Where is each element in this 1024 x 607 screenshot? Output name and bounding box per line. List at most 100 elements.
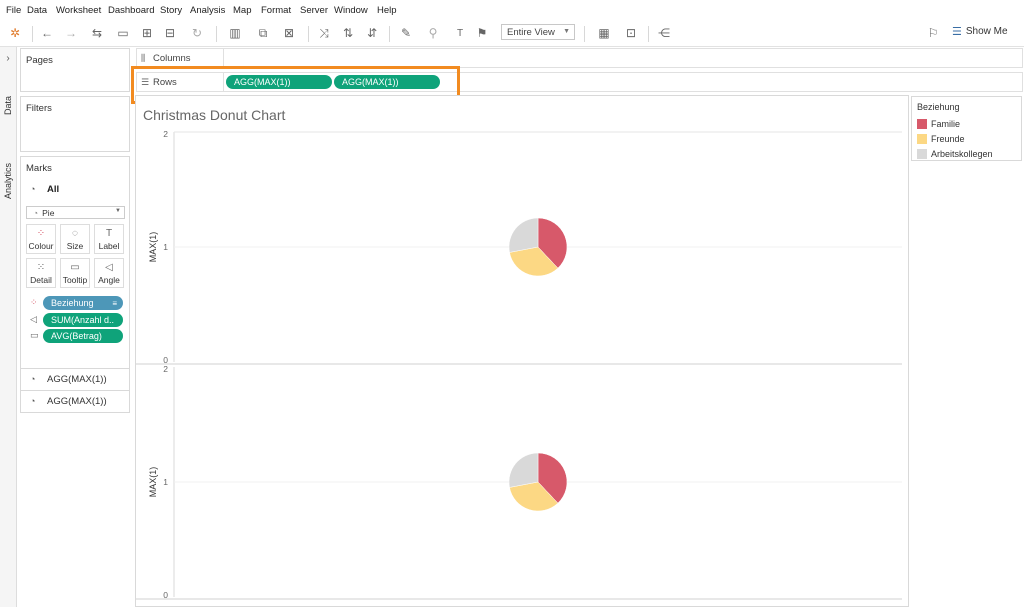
sort-ascending-icon[interactable]: ⇅ — [339, 23, 357, 43]
menu-bar: File Data Worksheet Dashboard Story Anal… — [0, 0, 1024, 20]
colour-legend: Beziehung Familie Freunde Arbeitskollege… — [911, 96, 1022, 161]
marks-sub-card[interactable]: ◔ AGG(MAX(1)) — [20, 369, 130, 391]
menu-story[interactable]: Story — [160, 5, 182, 16]
marks-all-label[interactable]: All — [47, 184, 59, 195]
colour-icon: ⁘ — [36, 228, 46, 239]
new-datasource-icon[interactable]: ⊞ — [138, 23, 156, 43]
pause-updates-icon[interactable]: ⊟ — [160, 23, 180, 43]
group-members-icon[interactable]: ⚲ — [422, 23, 444, 43]
tooltip-button[interactable]: ▭ Tooltip — [60, 258, 90, 288]
highlight-icon[interactable]: ✎ — [396, 23, 416, 43]
legend-label: Familie — [931, 119, 961, 129]
angle-icon: ◁ — [105, 262, 113, 273]
legend-item-arbeitskollegen[interactable]: Arbeitskollegen — [917, 149, 993, 159]
detail-label: Detail — [30, 275, 52, 285]
menu-server[interactable]: Server — [300, 5, 328, 16]
shelf-divider — [223, 49, 224, 67]
redo-icon[interactable]: → — [62, 23, 80, 43]
new-worksheet-icon[interactable]: ▥ — [224, 23, 246, 43]
angle-button[interactable]: ◁ Angle — [94, 258, 124, 288]
detail-icon: ⁙ — [36, 262, 46, 273]
filters-title: Filters — [26, 103, 52, 114]
y-tick-label: 2 — [163, 129, 168, 139]
toolbar-separator — [389, 26, 390, 42]
tableau-logo-icon[interactable]: ✲ — [6, 23, 24, 43]
undo-icon[interactable]: ← — [38, 23, 56, 43]
collapse-icon[interactable]: › — [0, 51, 16, 65]
sort-descending-icon[interactable]: ⇵ — [363, 23, 381, 43]
legend-item-freunde[interactable]: Freunde — [917, 134, 965, 144]
tooltip-pin-icon[interactable]: ⚐ — [924, 23, 942, 43]
clear-sheet-icon[interactable]: ⊠ — [278, 23, 300, 43]
menu-data[interactable]: Data — [27, 5, 47, 16]
duplicate-sheet-icon[interactable]: ⧉ — [254, 23, 272, 43]
size-icon: ◌ — [72, 228, 78, 239]
refresh-icon[interactable]: ↻ — [186, 23, 208, 43]
legend-label: Freunde — [931, 134, 965, 144]
size-label: Size — [66, 241, 84, 251]
show-labels-icon[interactable]: T — [452, 23, 468, 43]
legend-swatch — [917, 149, 927, 159]
swap-rows-columns-icon[interactable]: ⤨ — [315, 23, 333, 43]
y-tick-label: 0 — [163, 590, 168, 600]
colour-label: Colour — [28, 241, 54, 251]
fit-dropdown[interactable]: Entire View ▼ — [501, 24, 575, 40]
y-axis-label: MAX(1) — [148, 467, 158, 498]
columns-icon: ⫼ — [141, 53, 146, 63]
show-cards-icon[interactable]: ▦ — [592, 23, 616, 43]
toolbar-separator — [308, 26, 309, 42]
menu-format[interactable]: Format — [261, 5, 291, 16]
pages-title: Pages — [26, 55, 53, 66]
avg-betrag-pill[interactable]: AVG(Betrag) — [43, 329, 123, 343]
show-me-label: Show Me — [965, 26, 1008, 37]
filters-shelf[interactable]: Filters — [20, 96, 130, 152]
legend-item-familie[interactable]: Familie — [917, 119, 960, 129]
tooltip-icon: ▭ — [70, 262, 80, 273]
beziehung-pill[interactable]: Beziehung ≡ — [43, 296, 123, 310]
detail-button[interactable]: ⁙ Detail — [26, 258, 56, 288]
avg-betrag-pill-label: AVG(Betrag) — [51, 331, 102, 341]
fix-axes-icon[interactable]: ⚑ — [474, 23, 490, 43]
menu-dashboard[interactable]: Dashboard — [108, 5, 154, 16]
label-button[interactable]: T Label — [94, 224, 124, 254]
menu-worksheet[interactable]: Worksheet — [56, 5, 101, 16]
marks-sub-card-label: AGG(MAX(1)) — [47, 374, 107, 385]
save-icon[interactable]: ▭ — [114, 23, 132, 43]
angle-label: Angle — [98, 275, 120, 285]
columns-label: Columns — [153, 53, 191, 64]
menu-analysis[interactable]: Analysis — [190, 5, 225, 16]
columns-shelf[interactable]: ⫼ Columns — [136, 48, 1023, 68]
share-icon[interactable]: ⋲ — [655, 23, 673, 43]
angle-field-icon: ◁ — [30, 314, 37, 324]
label-label: Label — [98, 241, 120, 251]
beziehung-pill-label: Beziehung — [51, 298, 94, 308]
toolbar-separator — [32, 26, 33, 42]
sort-icon: ≡ — [112, 298, 117, 308]
pie-mark-icon: ◔ — [33, 207, 39, 218]
size-button[interactable]: ◌ Size — [60, 224, 90, 254]
menu-help[interactable]: Help — [377, 5, 397, 16]
tab-data[interactable]: Data — [0, 93, 16, 117]
presentation-mode-icon[interactable]: ⊡ — [622, 23, 640, 43]
legend-label: Arbeitskollegen — [931, 149, 993, 159]
y-tick-label: 1 — [163, 242, 168, 252]
sum-anzahl-pill-label: SUM(Anzahl d.. — [51, 315, 115, 325]
menu-file[interactable]: File — [6, 5, 21, 16]
tab-analytics[interactable]: Analytics — [0, 157, 16, 205]
mark-type-dropdown[interactable]: ◔ Pie ▼ — [26, 206, 125, 219]
pages-shelf[interactable]: Pages — [20, 48, 130, 92]
mark-type-value: Pie — [42, 207, 55, 218]
show-me-button[interactable]: ☰ Show Me — [952, 25, 1008, 38]
chevron-down-icon: ▼ — [563, 28, 570, 35]
y-tick-label: 2 — [163, 364, 168, 374]
sum-anzahl-pill[interactable]: SUM(Anzahl d.. — [43, 313, 123, 327]
pie-mark-icon: ◔ — [30, 396, 36, 406]
colour-button[interactable]: ⁘ Colour — [26, 224, 56, 254]
fit-dropdown-value: Entire View — [507, 26, 555, 38]
toolbar-separator — [648, 26, 649, 42]
legend-swatch — [917, 119, 927, 129]
menu-window[interactable]: Window — [334, 5, 368, 16]
marks-sub-card[interactable]: ◔ AGG(MAX(1)) — [20, 391, 130, 413]
replace-data-icon[interactable]: ⇆ — [86, 23, 108, 43]
menu-map[interactable]: Map — [233, 5, 251, 16]
